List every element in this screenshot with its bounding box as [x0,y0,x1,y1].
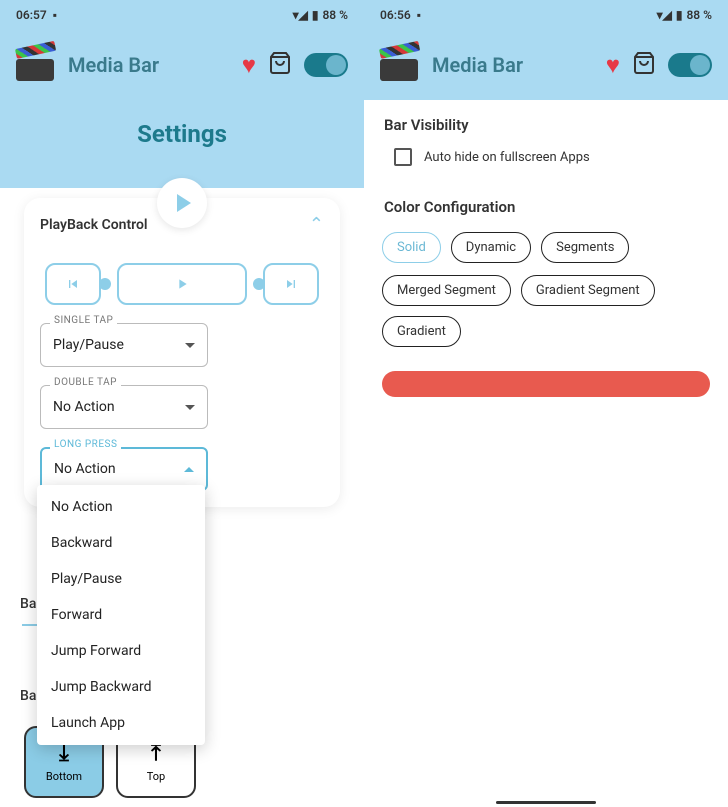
checkbox-label: Auto hide on fullscreen Apps [424,150,590,165]
next-button[interactable] [263,263,319,305]
app-bar: Media Bar ♥ [0,30,364,100]
phone-right: 06:56 ▪ ▾◢ ▮ 88 % Media Bar ♥ Bar Visibi… [364,0,728,807]
dropdown-item[interactable]: Jump Backward [37,669,205,705]
chip-gradient[interactable]: Gradient [382,316,461,347]
battery-icon: ▮ [312,8,319,22]
chip-segments[interactable]: Segments [541,232,629,263]
double-tap-field: DOUBLE TAP No Action [40,385,324,429]
battery-pct: 88 % [686,8,712,22]
bag-icon[interactable] [268,51,292,79]
chip-gradient-segment[interactable]: Gradient Segment [521,275,655,306]
playback-card: PlayBack Control ⌃ SINGLE TAP Play/Pause [24,198,340,507]
field-label: SINGLE TAP [50,315,117,326]
chip-row-1: Solid Dynamic Segments [364,226,728,269]
card-title: PlayBack Control [40,217,148,233]
master-toggle[interactable] [304,53,348,77]
status-bar: 06:57 ▪ ▾◢ ▮ 88 % [0,0,364,30]
single-tap-select[interactable]: Play/Pause [40,323,208,367]
app-logo-icon [380,45,420,85]
color-heading: Color Configuration [364,182,728,226]
color-preview-bar[interactable] [382,371,710,397]
dropdown-icon [185,343,195,348]
connector-dot [99,278,111,290]
app-title: Media Bar [432,53,594,77]
chip-row-2: Merged Segment Gradient Segment Gradient [364,269,728,353]
dropdown-item[interactable]: No Action [37,489,205,525]
collapse-icon[interactable]: ⌃ [309,214,324,235]
wifi-icon: ▾◢ [657,8,672,22]
nav-pill[interactable] [496,801,596,804]
app-logo-icon [16,45,56,85]
wifi-icon: ▾◢ [293,8,308,22]
media-controls-row [40,263,324,305]
chip-dynamic[interactable]: Dynamic [451,232,531,263]
dropdown-item[interactable]: Backward [37,525,205,561]
app-title: Media Bar [68,53,230,77]
battery-icon: ▮ [676,8,683,22]
dropdown-item[interactable]: Jump Forward [37,633,205,669]
dropdown-icon [184,467,194,472]
field-label: LONG PRESS [50,439,121,450]
battery-pct: 88 % [322,8,348,22]
chip-merged-segment[interactable]: Merged Segment [382,275,511,306]
heart-icon[interactable]: ♥ [242,51,256,80]
nav-pill[interactable] [132,801,232,804]
double-tap-select[interactable]: No Action [40,385,208,429]
prev-button[interactable] [45,263,101,305]
play-button[interactable] [117,263,247,305]
visibility-heading: Bar Visibility [364,100,728,144]
chat-icon: ▪ [53,8,57,22]
app-bar: Media Bar ♥ [364,30,728,100]
dropdown-menu: No Action Backward Play/Pause Forward Ju… [37,485,205,745]
status-time: 06:57 [16,8,47,22]
chat-icon: ▪ [417,8,421,22]
heart-icon[interactable]: ♥ [606,51,620,80]
dropdown-item[interactable]: Play/Pause [37,561,205,597]
dropdown-item[interactable]: Forward [37,597,205,633]
checkbox-icon[interactable] [394,148,412,166]
play-circle-icon [157,178,207,228]
page-title: Settings [0,120,364,148]
master-toggle[interactable] [668,53,712,77]
dropdown-icon [185,405,195,410]
connector-dot [253,278,265,290]
bag-icon[interactable] [632,51,656,79]
dropdown-item[interactable]: Launch App [37,705,205,741]
field-label: DOUBLE TAP [50,377,121,388]
status-bar: 06:56 ▪ ▾◢ ▮ 88 % [364,0,728,30]
single-tap-field: SINGLE TAP Play/Pause [40,323,324,367]
phone-left: 06:57 ▪ ▾◢ ▮ 88 % Media Bar ♥ Settings P… [0,0,364,807]
chip-solid[interactable]: Solid [382,232,441,263]
status-time: 06:56 [380,8,411,22]
auto-hide-row[interactable]: Auto hide on fullscreen Apps [364,144,728,182]
header-bg: Settings [0,100,364,188]
